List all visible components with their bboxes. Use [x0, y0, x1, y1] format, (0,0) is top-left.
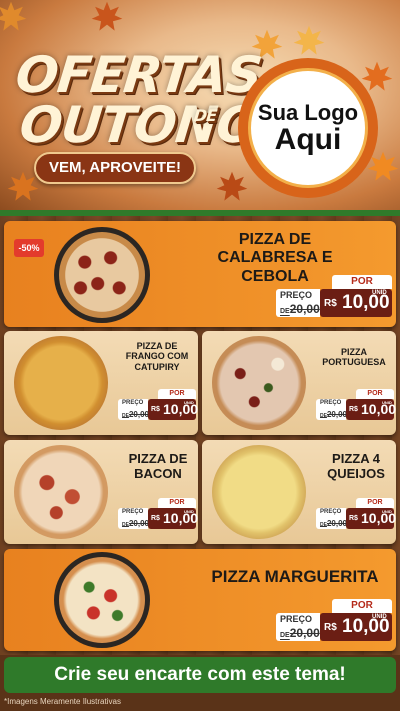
por-label: POR	[158, 389, 196, 399]
old-price: DE20,00	[320, 410, 347, 419]
product-name: PIZZA PORTUGUESA	[322, 347, 386, 368]
old-price: DE20,00	[280, 626, 320, 640]
price-tag: POR PREÇO DE20,00 R$ 10,00 UNID	[118, 498, 198, 532]
disclaimer-text: *Imagens Meramente Ilustrativas	[4, 697, 121, 706]
de-label: PREÇO	[280, 290, 313, 300]
current-price: R$ 10,00 UNID	[346, 399, 396, 420]
logo-text-line1: Sua Logo	[257, 99, 359, 125]
product-card-calabresa[interactable]: -50% PIZZA DE CALABRESA E CEBOLA POR PRE…	[4, 221, 396, 327]
de-label: PREÇO	[320, 509, 342, 515]
de-label: PREÇO	[122, 400, 144, 406]
title-block: OFERTAS OUTONO DE VEM, APROVEITE!	[6, 26, 264, 196]
current-price: R$ 10,00 UNID	[148, 399, 198, 420]
product-card-bacon[interactable]: PIZZA DE BACON POR PREÇO DE20,00 R$ 10,0…	[4, 440, 198, 544]
pizza-portuguesa-image	[212, 336, 306, 430]
pizza-frango-image	[14, 336, 108, 430]
por-label: POR	[332, 599, 392, 613]
maple-leaf-icon	[215, 170, 249, 204]
old-price: DE20,00	[122, 410, 149, 419]
title-outono: OUTONO	[16, 96, 262, 154]
pizza-bacon-image	[14, 445, 108, 539]
por-label: POR	[356, 498, 394, 508]
price-tag: POR PREÇO DE20,00 R$ 10,00 UNID	[316, 389, 396, 423]
de-label: PREÇO	[280, 614, 313, 624]
price-tag: POR PREÇO DE20,00 R$ 10,00 UNID	[118, 389, 198, 423]
header-banner: OFERTAS OUTONO DE VEM, APROVEITE! Sua Lo…	[0, 0, 400, 213]
por-label: POR	[356, 389, 394, 399]
pizza-marguerita-image	[59, 557, 145, 643]
pizza-4-queijos-image	[212, 445, 306, 539]
product-card-portuguesa[interactable]: PIZZA PORTUGUESA POR PREÇO DE20,00 R$ 10…	[202, 331, 396, 435]
old-price-box: PREÇO DE20,00	[316, 399, 347, 420]
cta-banner[interactable]: Crie seu encarte com este tema!	[4, 657, 396, 693]
old-price-box: PREÇO DE20,00	[276, 613, 320, 641]
pizza-calabresa-image	[59, 232, 145, 318]
por-label: POR	[332, 275, 392, 289]
product-name: PIZZA 4 QUEIJOS	[327, 451, 385, 481]
old-price: DE20,00	[320, 519, 347, 528]
product-name: PIZZA DE BACON	[128, 451, 188, 481]
logo-text-line2: Aqui	[274, 122, 342, 156]
old-price-box: PREÇO DE20,00	[118, 399, 149, 420]
old-price-box: PREÇO DE20,00	[316, 508, 347, 529]
maple-leaf-icon	[292, 24, 326, 58]
price-tag: POR PREÇO DE20,00 R$ 10,00 UNID	[276, 599, 392, 645]
product-card-frango[interactable]: PIZZA DE FRANGO COM CATUPIRY POR PREÇO D…	[4, 331, 198, 435]
current-price: R$ 10,00 UNID	[320, 289, 392, 317]
product-name: PIZZA MARGUERITA	[211, 567, 379, 586]
slogan-banner: VEM, APROVEITE!	[34, 152, 196, 184]
de-label: PREÇO	[122, 509, 144, 515]
old-price-box: PREÇO DE20,00	[276, 289, 320, 317]
old-price: DE20,00	[280, 302, 320, 316]
current-price: R$ 10,00 UNID	[346, 508, 396, 529]
product-card-4-queijos[interactable]: PIZZA 4 QUEIJOS POR PREÇO DE20,00 R$ 10,…	[202, 440, 396, 544]
por-label: POR	[158, 498, 196, 508]
old-price: DE20,00	[122, 519, 149, 528]
price-tag: POR PREÇO DE20,00 R$ 10,00 UNID	[276, 275, 392, 321]
price-tag: POR PREÇO DE20,00 R$ 10,00 UNID	[316, 498, 396, 532]
logo-placeholder: Sua Logo Aqui	[248, 68, 368, 188]
title-de: DE	[193, 106, 218, 125]
discount-badge: -50%	[14, 239, 44, 257]
product-name: PIZZA DE FRANGO COM CATUPIRY	[125, 341, 189, 372]
product-card-marguerita[interactable]: PIZZA MARGUERITA POR PREÇO DE20,00 R$ 10…	[4, 549, 396, 651]
de-label: PREÇO	[320, 400, 342, 406]
current-price: R$ 10,00 UNID	[148, 508, 198, 529]
old-price-box: PREÇO DE20,00	[118, 508, 149, 529]
current-price: R$ 10,00 UNID	[320, 613, 392, 641]
